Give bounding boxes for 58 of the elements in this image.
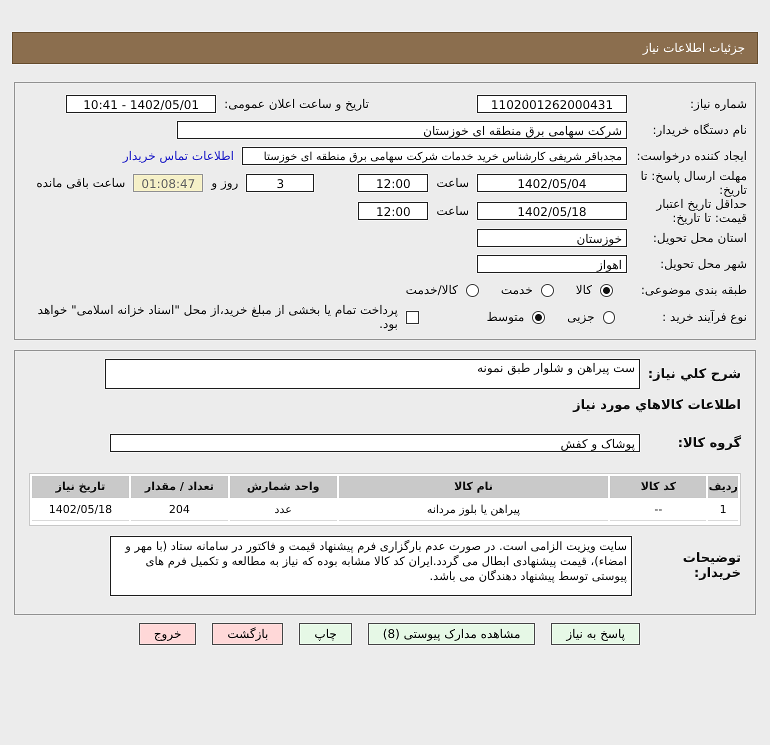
input-field[interactable]: 12:00 [358,174,428,192]
radio-label: متوسط [486,310,524,324]
radio-label: کالا/خدمت [406,283,458,297]
input-field[interactable]: 1402/05/01 - 10:41 [66,95,216,113]
field-label: ساعت [436,204,469,218]
column-header: تاریخ نیاز [32,476,129,498]
radio-label: جزیی [567,310,595,324]
field-label: گروه کالا: [676,436,741,450]
column-header: تعداد / مقدار [130,476,228,498]
field-label: شهر محل تحویل: [659,257,747,271]
field-label: تاریخ و ساعت اعلان عمومی: [224,97,369,111]
radio-button[interactable] [532,310,546,324]
column-header: نام کالا [338,476,608,498]
input-field[interactable]: شرکت سهامی برق منطقه ای خوزستان [177,121,627,139]
field-label: ایجاد کننده درخواست: [635,149,747,163]
input-field[interactable]: مجدباقر شریفی کارشناس خرید خدمات شرکت سهامی برق منطقه ای خوزستا [242,147,627,165]
notes-field[interactable]: سایت ویزیت الزامی است. در صورت عدم بارگزاری فرم پیشنهاد قیمت و فاکتور در سامانه ستاد (با مهر و امضاء)، قیمت پیشنهادی ابطال می گردد.ایران کد کالا مشابه بوده که نیاز به مطالعه و تکمیل فرم های پیوستی توسط پیشنهاد دهندگان می باشد. [110,536,632,596]
input-field[interactable]: 1402/05/04 [477,174,627,192]
radio-label: کالا [576,283,592,297]
action-button[interactable]: خروج [138,623,196,645]
input-field[interactable]: 1102001262000431 [477,95,627,113]
radio-button[interactable] [466,284,479,296]
field-label: طبقه بندی موضوعی: [640,283,747,297]
radio-label: خدمت [500,283,533,297]
action-button[interactable]: پاسخ به نیاز [551,623,640,645]
field-label: روز و [211,176,238,190]
input-field[interactable]: ست پیراهن و شلوار طبق نمونه [105,359,640,389]
field-label: توضیحات خریدار: [682,551,741,581]
action-button[interactable]: چاپ [299,623,352,645]
radio-button[interactable] [540,284,554,296]
input-field[interactable]: 12:00 [358,202,428,220]
section-title: اطلاعات کالاهاي مورد نیاز [573,398,741,412]
contact-link[interactable]: اطلاعات تماس خریدار [122,149,234,163]
input-field[interactable]: 1402/05/18 [477,202,627,220]
countdown-field: 01:08:47 [133,174,204,192]
field-label: شماره نیاز: [689,97,747,111]
checkbox[interactable] [406,310,419,324]
field-label: حداقل تاریخ اعتبار قیمت: تا تاریخ: [654,197,747,225]
radio-button[interactable] [602,310,616,324]
checkbox-label: پرداخت تمام یا بخشی از مبلغ خرید،از محل "اسناد خزانه اسلامی" خواهد بود. [36,303,398,331]
column-header: واحد شمارش [230,476,337,498]
radio-button[interactable] [600,284,613,296]
input-field[interactable]: 3 [246,174,314,192]
column-header: ردیف [708,476,738,498]
field-label: ساعت باقی مانده [36,176,126,190]
field-label: نام دستگاه خریدار: [652,123,747,137]
column-header: کد کالا [610,476,706,498]
field-label: شرح کلي نیاز: [646,366,741,382]
field-label: نوع فرآیند خرید : [661,310,747,324]
input-field[interactable]: پوشاک و کفش [110,434,640,452]
input-field[interactable]: خوزستان [477,229,627,247]
action-button[interactable]: بازگشت [212,623,284,645]
field-label: ساعت [436,176,469,190]
field-label: استان محل تحویل: [652,231,747,245]
field-label: مهلت ارسال پاسخ: تا تاریخ: [639,169,747,197]
input-field[interactable]: اهواز [477,255,627,273]
action-button[interactable]: مشاهده مدارک پیوستی (8) [368,623,536,645]
page-title: جزئیات اطلاعات نیاز [642,41,745,55]
